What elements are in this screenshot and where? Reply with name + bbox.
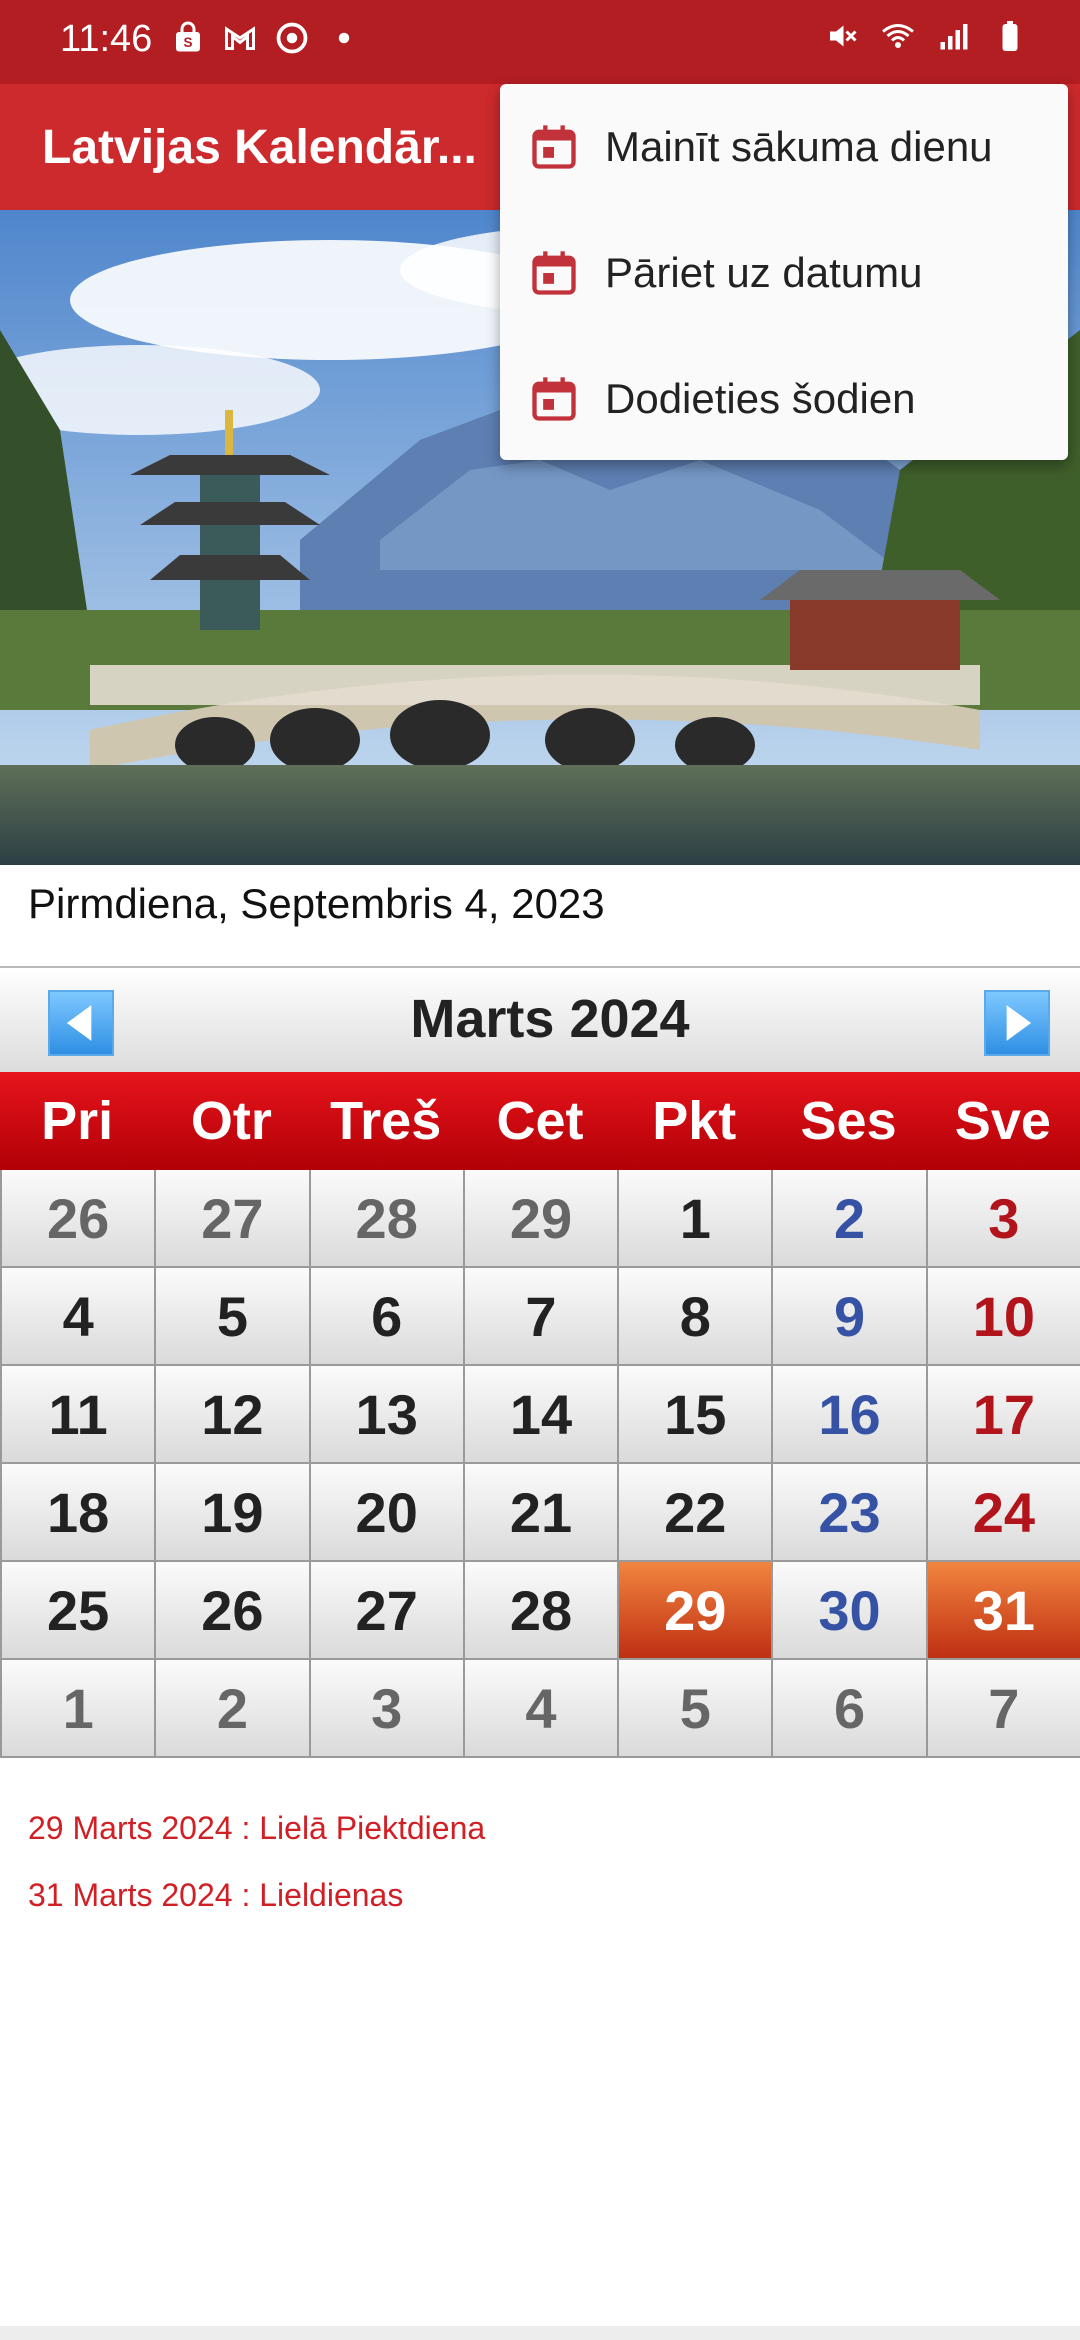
day-cell[interactable]: 25: [2, 1562, 157, 1660]
day-cell[interactable]: 29: [464, 1170, 620, 1268]
status-system-icons: [824, 18, 1028, 54]
day-cell[interactable]: 1: [2, 1660, 157, 1758]
location-icon: [276, 22, 308, 54]
day-cell[interactable]: 12: [156, 1366, 311, 1464]
day-cell[interactable]: 6: [310, 1268, 465, 1366]
day-cell[interactable]: 3: [310, 1660, 465, 1758]
day-cell[interactable]: 26: [156, 1562, 311, 1660]
signal-icon: [940, 24, 968, 50]
weekday-label: Cet: [496, 1091, 584, 1151]
day-cell[interactable]: 4: [2, 1268, 157, 1366]
current-date: Pirmdiena, Septembris 4, 2023: [28, 880, 605, 927]
holiday-item: 29 Marts 2024 : Lielā Piektdiena: [28, 1810, 486, 1846]
status-bar: 11:46 S: [0, 0, 1080, 84]
shopping-bag-icon: S: [176, 21, 200, 52]
day-cell[interactable]: 1: [619, 1170, 774, 1268]
day-cell[interactable]: 20: [310, 1464, 465, 1562]
svg-text:S: S: [183, 35, 192, 50]
day-cell[interactable]: 22: [619, 1464, 774, 1562]
holiday-item: 31 Marts 2024 : Lieldienas: [28, 1877, 404, 1913]
day-cell[interactable]: 27: [156, 1170, 311, 1268]
calendar: Marts 2024 Pri Otr Treš Cet Pkt Ses Sve …: [0, 966, 1080, 1758]
menu-item-label: Dodieties šodien: [605, 375, 916, 422]
day-cell[interactable]: 19: [156, 1464, 311, 1562]
day-cell[interactable]: 10: [927, 1268, 1080, 1366]
dot-icon: [338, 32, 350, 44]
day-cell[interactable]: 23: [773, 1464, 928, 1562]
day-cell[interactable]: 2: [773, 1170, 928, 1268]
day-cell[interactable]: 3: [927, 1170, 1080, 1268]
day-cell[interactable]: 15: [619, 1366, 774, 1464]
weekday-label: Otr: [190, 1091, 272, 1151]
day-cell[interactable]: 24: [927, 1464, 1080, 1562]
weekday-label: Sve: [954, 1091, 1051, 1151]
day-cell[interactable]: 9: [773, 1268, 928, 1366]
day-cell[interactable]: 8: [619, 1268, 774, 1366]
day-cell[interactable]: 26: [2, 1170, 157, 1268]
menu-item-label: Pāriet uz datumu: [605, 249, 923, 296]
day-cell[interactable]: 14: [464, 1366, 620, 1464]
menu-item-label: Mainīt sākuma dienu: [605, 123, 993, 170]
day-cell[interactable]: 5: [156, 1268, 311, 1366]
calendar-icon: [532, 377, 576, 421]
day-cell[interactable]: 5: [619, 1660, 774, 1758]
day-cell[interactable]: 27: [310, 1562, 465, 1660]
menu-item-go-to-date[interactable]: Pāriet uz datumu: [500, 210, 1068, 336]
holiday-day-cell[interactable]: 31: [927, 1562, 1080, 1660]
day-cell[interactable]: 17: [927, 1366, 1080, 1464]
weekday-header: Pri Otr Treš Cet Pkt Ses Sve: [0, 1072, 1080, 1170]
app-title: Latvijas Kalendār...: [42, 121, 477, 174]
navigation-bar: [0, 2326, 1080, 2340]
day-cell[interactable]: 30: [773, 1562, 928, 1660]
day-cell[interactable]: 28: [310, 1170, 465, 1268]
day-grid: 26 27 28 29 1 2 3 4 5 6 7 8 9 10 11 12 1…: [0, 1170, 1080, 1758]
battery-icon: [1002, 21, 1018, 51]
menu-item-go-today[interactable]: Dodieties šodien: [500, 336, 1068, 462]
arrow-right-icon: [1006, 1005, 1032, 1041]
day-cell[interactable]: 4: [464, 1660, 620, 1758]
day-cell[interactable]: 28: [464, 1562, 620, 1660]
day-cell[interactable]: 6: [773, 1660, 928, 1758]
menu-item-change-start-day[interactable]: Mainīt sākuma dienu: [500, 84, 1068, 210]
weekday-label: Treš: [330, 1091, 442, 1151]
day-cell[interactable]: 13: [310, 1366, 465, 1464]
holiday-list: 29 Marts 2024 : Lielā Piektdiena 31 Mart…: [28, 1810, 485, 1944]
month-title: Marts 2024: [410, 989, 690, 1049]
next-month-button[interactable]: [984, 990, 1050, 1056]
weekday-label: Pkt: [652, 1091, 737, 1151]
mute-icon: [830, 25, 857, 47]
weekday-label: Ses: [800, 1091, 897, 1151]
day-cell[interactable]: 7: [464, 1268, 620, 1366]
weekday-label: Pri: [41, 1091, 114, 1151]
day-cell[interactable]: 2: [156, 1660, 311, 1758]
calendar-icon: [532, 251, 576, 295]
gmail-icon: [225, 26, 255, 50]
wifi-icon: [882, 24, 914, 48]
status-notification-icons: S: [170, 20, 362, 56]
day-cell[interactable]: 11: [2, 1366, 157, 1464]
calendar-icon: [532, 125, 576, 169]
calendar-header: Marts 2024: [0, 968, 1080, 1074]
holiday-day-cell[interactable]: 29: [619, 1562, 774, 1660]
day-cell[interactable]: 18: [2, 1464, 157, 1562]
overflow-menu: Mainīt sākuma dienu Pāriet uz datumu Dod…: [500, 84, 1068, 460]
status-time: 11:46: [60, 18, 153, 60]
day-cell[interactable]: 7: [927, 1660, 1080, 1758]
day-cell[interactable]: 21: [464, 1464, 620, 1562]
day-cell[interactable]: 16: [773, 1366, 928, 1464]
